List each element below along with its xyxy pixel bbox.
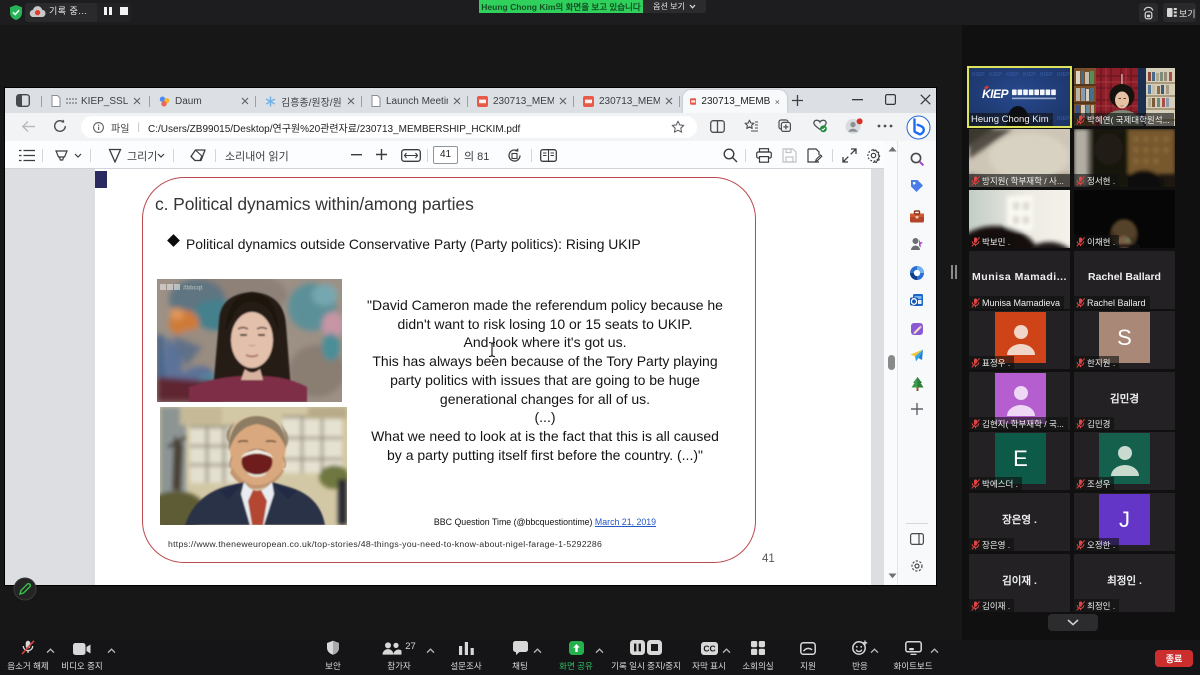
svg-text:KIEP: KIEP (972, 72, 985, 78)
svg-text:CC: CC (703, 644, 715, 654)
svg-text:KIEP: KIEP (1023, 72, 1036, 78)
svg-text:KIEP: KIEP (1040, 72, 1053, 78)
svg-text:KIEP: KIEP (989, 72, 1002, 78)
svg-text:#bbcqt: #bbcqt (183, 286, 203, 292)
svg-text:KIEP: KIEP (1057, 116, 1070, 122)
svg-text:KIEP: KIEP (1006, 72, 1019, 78)
svg-text:KIEP: KIEP (1057, 72, 1070, 78)
